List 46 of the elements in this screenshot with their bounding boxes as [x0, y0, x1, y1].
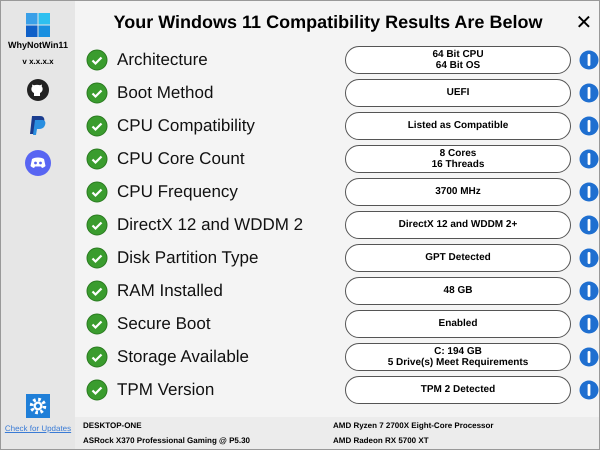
result-field: 8 Cores 16 Threads	[345, 144, 571, 172]
github-icon[interactable]	[26, 78, 50, 102]
check-label: DirectX 12 and WDDM 2	[117, 214, 304, 234]
version-label: v x.x.x.x	[22, 57, 54, 66]
check-label: Storage Available	[117, 346, 250, 366]
result-field: DirectX 12 and WDDM 2+	[345, 210, 571, 238]
app-name: WhyNotWin11	[8, 40, 68, 50]
info-icon[interactable]	[579, 248, 599, 268]
check-label: Architecture	[117, 50, 209, 70]
close-button[interactable]: ✕	[569, 10, 599, 34]
result-field: 48 GB	[345, 276, 571, 304]
system-info-text: DESKTOP-ONE	[83, 421, 143, 431]
info-icon[interactable]	[579, 116, 599, 136]
result-field: TPM 2 Detected	[345, 376, 571, 404]
system-info-text: ASRock X370 Professional Gaming @ P5.30	[83, 436, 251, 446]
check-label: RAM Installed	[117, 280, 224, 300]
result-field: GPT Detected	[345, 244, 571, 272]
info-icon[interactable]	[579, 50, 599, 70]
result-field: 64 Bit CPU 64 Bit OS	[345, 46, 571, 74]
result-field: Enabled	[345, 310, 571, 338]
info-icon[interactable]	[579, 346, 599, 366]
result-field: 3700 MHz	[345, 178, 571, 206]
logo-icon	[26, 13, 50, 37]
result-field: UEFI	[345, 78, 571, 106]
check-label: Disk Partition Type	[117, 248, 260, 268]
system-info-text: AMD Ryzen 7 2700X Eight-Core Processor	[333, 421, 494, 431]
info-icon[interactable]	[579, 148, 599, 168]
result-field: C: 194 GB 5 Drive(s) Meet Requirements	[345, 342, 571, 370]
check-label: TPM Version	[117, 380, 216, 400]
info-icon[interactable]	[579, 314, 599, 334]
check-label: CPU Core Count	[117, 148, 246, 168]
info-icon[interactable]	[579, 380, 599, 400]
check-label: CPU Compatibility	[117, 116, 256, 136]
info-icon[interactable]	[579, 82, 599, 102]
check-label: CPU Frequency	[117, 182, 239, 202]
paypal-icon[interactable]	[28, 114, 48, 138]
info-icon[interactable]	[579, 280, 599, 300]
system-info-text: AMD Radeon RX 5700 XT	[333, 436, 430, 446]
check-label: Secure Boot	[117, 314, 212, 334]
info-icon[interactable]	[579, 182, 599, 202]
settings-icon[interactable]	[26, 394, 50, 418]
discord-icon[interactable]	[25, 150, 51, 176]
result-field: Listed as Compatible	[345, 112, 571, 140]
info-icon[interactable]	[579, 214, 599, 234]
check-label: Boot Method	[117, 82, 214, 102]
results-title: Your Windows 11 Compatibility Results Are Below	[112, 12, 544, 32]
